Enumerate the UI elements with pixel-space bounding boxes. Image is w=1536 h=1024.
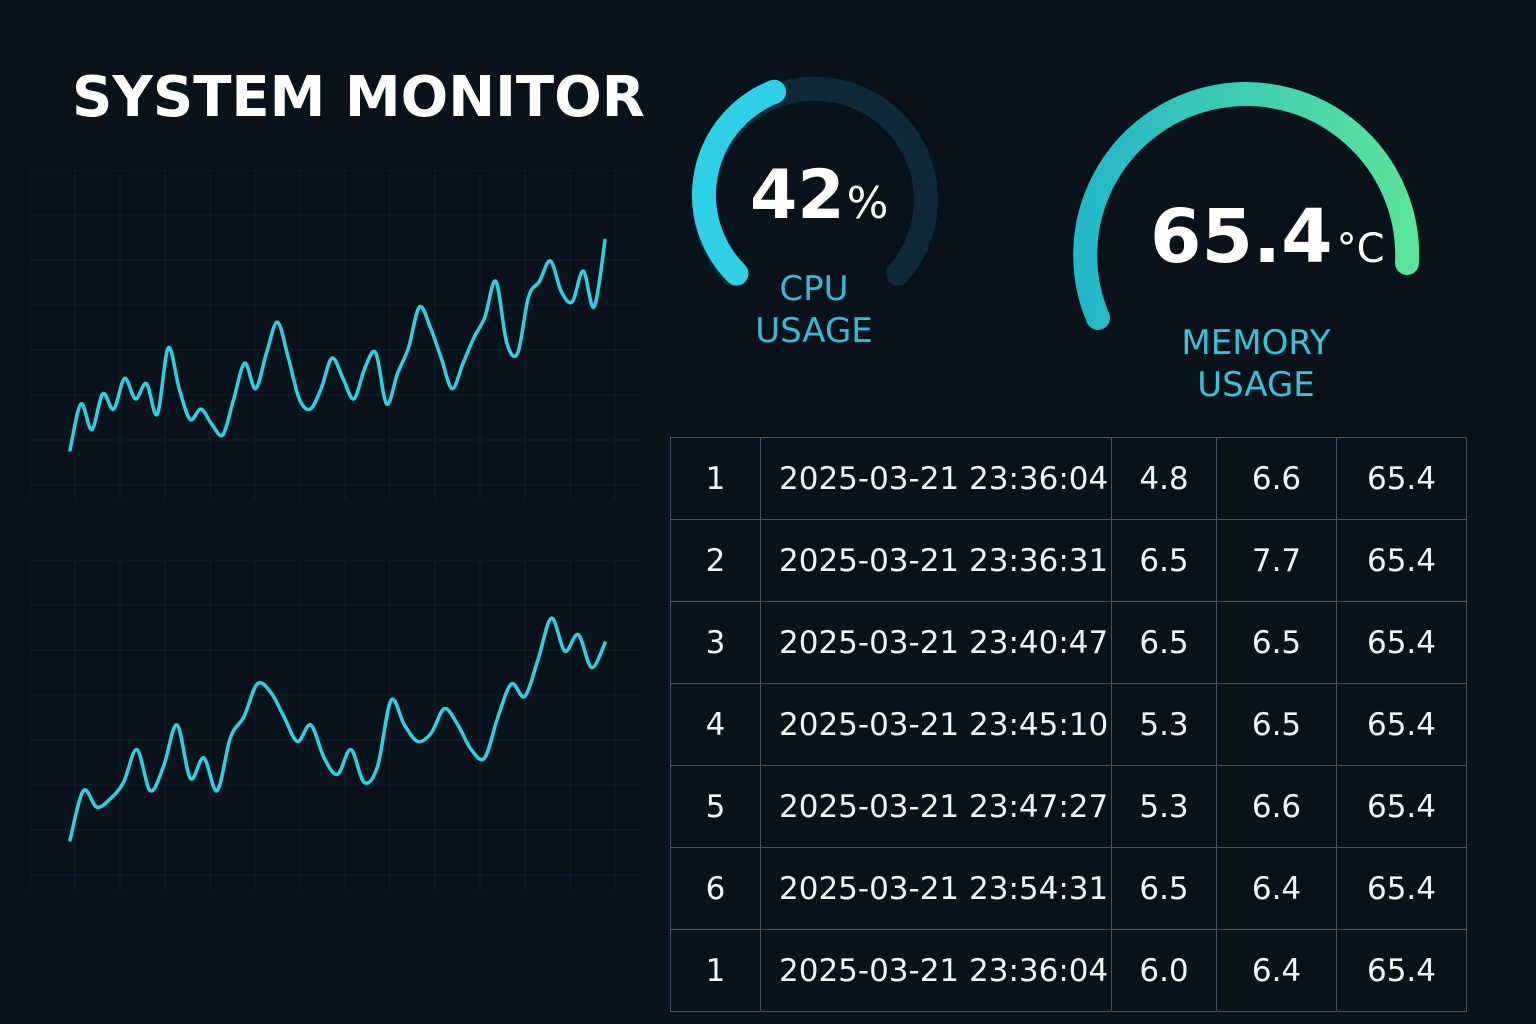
row-index: 4: [670, 683, 761, 766]
row-temperature: 65.4: [1336, 601, 1467, 684]
table-row: 1 2025-03-21 23:36:04 6.0 6.4 65.4: [670, 929, 1467, 1012]
temperature-value: 65.4 °C: [1150, 200, 1385, 274]
row-timestamp: 2025-03-21 23:47:27: [760, 765, 1112, 848]
table-row: 5 2025-03-21 23:47:27 5.3 6.6 65.4: [670, 765, 1467, 848]
cpu-label-line1: CPU: [779, 269, 849, 309]
row-timestamp: 2025-03-21 23:36:04: [760, 929, 1112, 1012]
memory-label-line2: USAGE: [1197, 365, 1315, 405]
row-temperature: 65.4: [1336, 847, 1467, 930]
row-memory: 7.7: [1216, 519, 1337, 602]
table-row: 4 2025-03-21 23:45:10 5.3 6.5 65.4: [670, 683, 1467, 766]
row-index: 3: [670, 601, 761, 684]
cpu-label-line2: USAGE: [755, 311, 873, 351]
row-cpu: 4.8: [1111, 437, 1217, 520]
row-timestamp: 2025-03-21 23:36:31: [760, 519, 1112, 602]
row-timestamp: 2025-03-21 23:45:10: [760, 683, 1112, 766]
row-cpu: 6.0: [1111, 929, 1217, 1012]
row-memory: 6.4: [1216, 847, 1337, 930]
row-timestamp: 2025-03-21 23:40:47: [760, 601, 1112, 684]
row-temperature: 65.4: [1336, 765, 1467, 848]
row-index: 5: [670, 765, 761, 848]
temperature-value-number: 65.4: [1150, 194, 1333, 280]
row-memory: 6.6: [1216, 437, 1337, 520]
memory-label: MEMORY USAGE: [1136, 322, 1376, 406]
table-row: 1 2025-03-21 23:36:04 4.8 6.6 65.4: [670, 437, 1467, 520]
row-memory: 6.6: [1216, 765, 1337, 848]
row-cpu: 6.5: [1111, 601, 1217, 684]
row-temperature: 65.4: [1336, 437, 1467, 520]
row-cpu: 5.3: [1111, 765, 1217, 848]
row-cpu: 6.5: [1111, 847, 1217, 930]
row-cpu: 5.3: [1111, 683, 1217, 766]
cpu-value-number: 42: [750, 156, 845, 235]
table-row: 2 2025-03-21 23:36:31 6.5 7.7 65.4: [670, 519, 1467, 602]
row-temperature: 65.4: [1336, 683, 1467, 766]
row-memory: 6.5: [1216, 601, 1337, 684]
temperature-value-unit: °C: [1336, 226, 1385, 272]
row-timestamp: 2025-03-21 23:54:31: [760, 847, 1112, 930]
log-table: 1 2025-03-21 23:36:04 4.8 6.6 65.4 2 202…: [670, 437, 1467, 1012]
row-index: 2: [670, 519, 761, 602]
table-row: 3 2025-03-21 23:40:47 6.5 6.5 65.4: [670, 601, 1467, 684]
cpu-value: 42%: [750, 162, 888, 230]
cpu-value-unit: %: [846, 178, 889, 229]
row-index: 1: [670, 929, 761, 1012]
row-index: 1: [670, 437, 761, 520]
row-index: 6: [670, 847, 761, 930]
row-temperature: 65.4: [1336, 519, 1467, 602]
row-memory: 6.4: [1216, 929, 1337, 1012]
table-row: 6 2025-03-21 23:54:31 6.5 6.4 65.4: [670, 847, 1467, 930]
cpu-history-chart: [30, 170, 640, 500]
memory-history-chart: [30, 560, 640, 890]
row-timestamp: 2025-03-21 23:36:04: [760, 437, 1112, 520]
page-title: SYSTEM MONITOR: [72, 65, 645, 130]
memory-label-line1: MEMORY: [1181, 323, 1331, 363]
cpu-label: CPU USAGE: [714, 268, 914, 352]
row-temperature: 65.4: [1336, 929, 1467, 1012]
row-cpu: 6.5: [1111, 519, 1217, 602]
row-memory: 6.5: [1216, 683, 1337, 766]
